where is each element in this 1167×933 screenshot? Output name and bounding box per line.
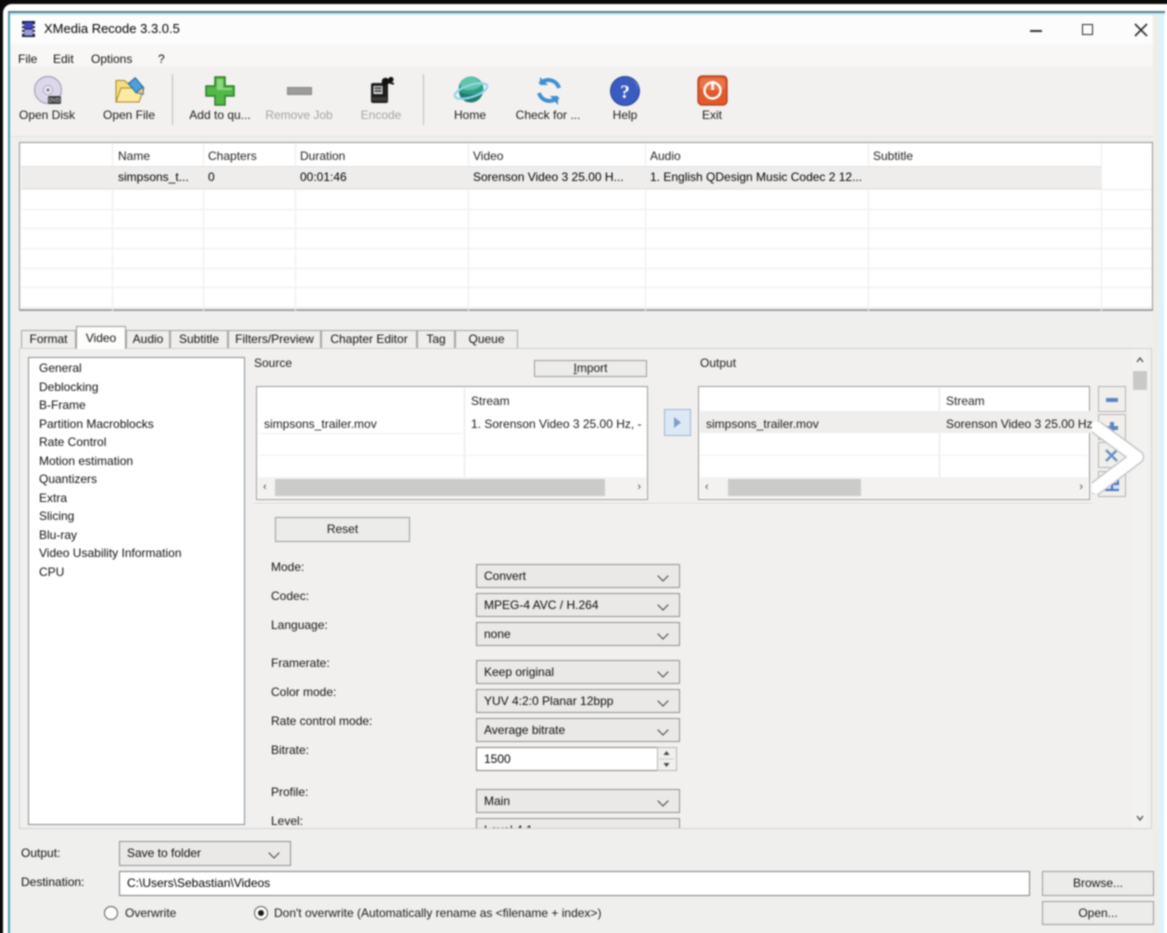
svg-text:DVD: DVD — [49, 98, 61, 104]
svg-text:?: ? — [620, 82, 630, 103]
